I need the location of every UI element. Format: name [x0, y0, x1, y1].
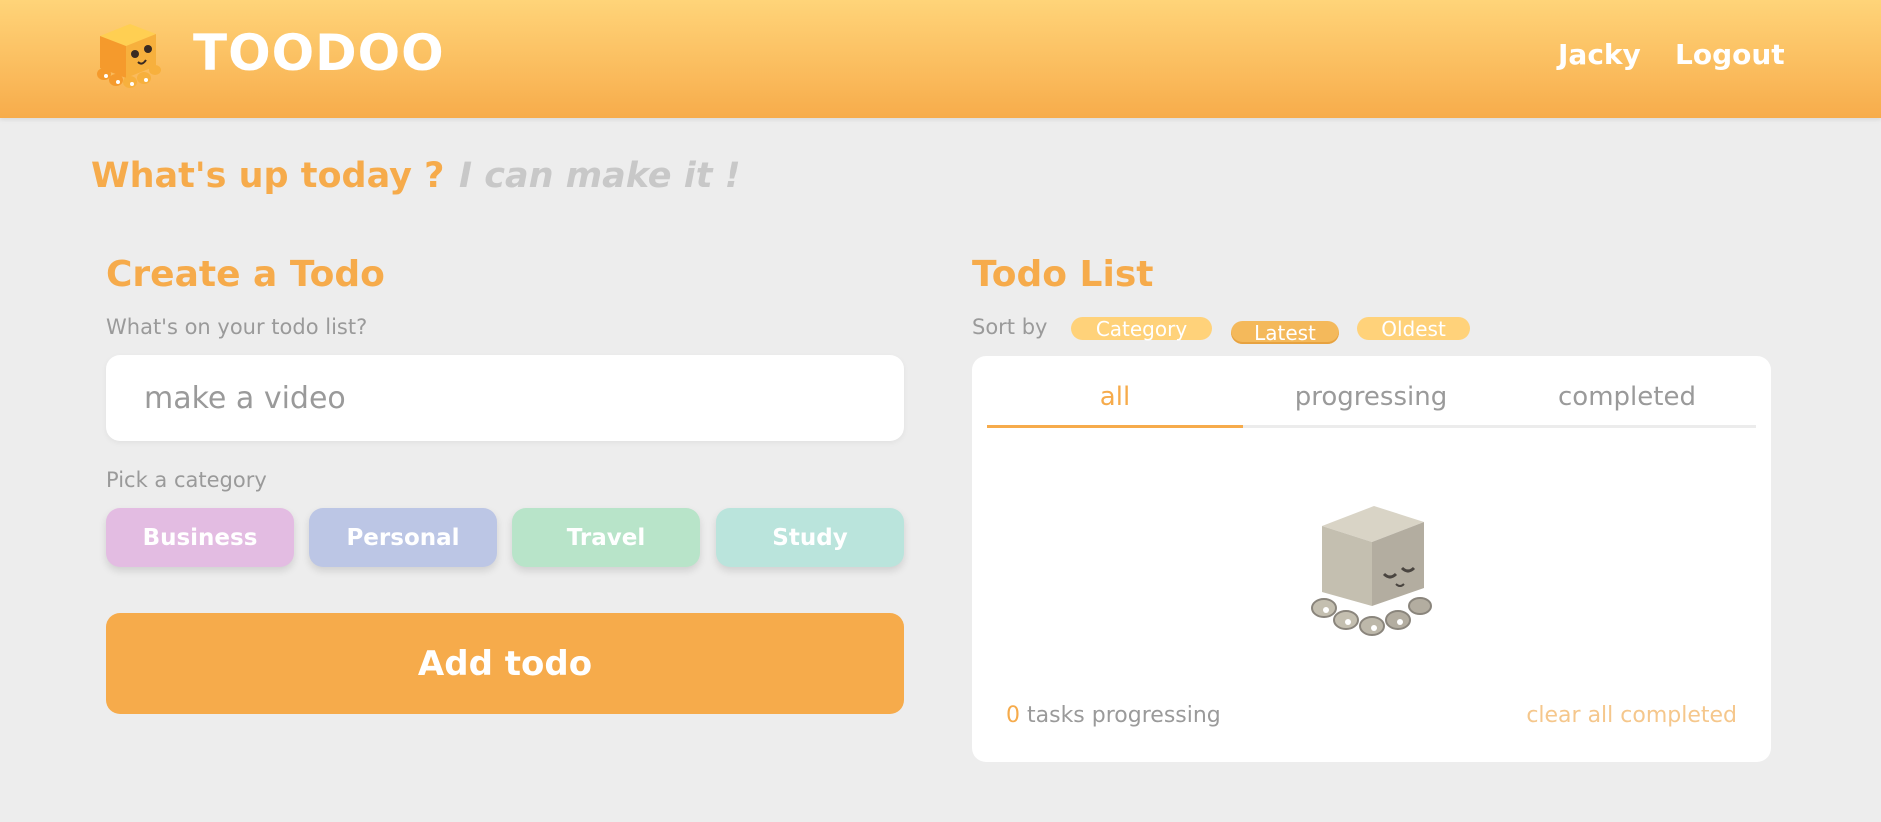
tab-progressing[interactable]: progressing [1243, 382, 1499, 428]
todo-list-title: Todo List [972, 254, 1154, 295]
sort-oldest-button[interactable]: Oldest [1357, 317, 1470, 341]
sort-latest-button[interactable]: Latest [1231, 321, 1339, 345]
logout-link[interactable]: Logout [1675, 38, 1785, 71]
todo-list-card: all progressing completed 0 tasks progre… [972, 356, 1771, 762]
category-travel-button[interactable]: Travel [512, 508, 700, 567]
username-link[interactable]: Jacky [1558, 38, 1641, 71]
add-todo-button[interactable]: Add todo [106, 613, 904, 714]
sort-label: Sort by [972, 315, 1048, 339]
clear-completed-link[interactable]: clear all completed [1526, 703, 1737, 728]
create-todo-title: Create a Todo [106, 254, 385, 295]
category-label: Pick a category [106, 468, 267, 492]
app-header: TOODOO Jacky Logout [0, 0, 1881, 118]
tab-all[interactable]: all [987, 382, 1243, 428]
todo-input[interactable] [106, 355, 904, 441]
octopus-cube-icon [97, 24, 161, 88]
active-tab-indicator [987, 425, 1243, 428]
greeting-title: What's up today ? [91, 156, 445, 196]
brand-title: TOODOO [193, 24, 445, 82]
filter-tabs: all progressing completed [987, 382, 1756, 428]
progress-count-text: tasks progressing [1027, 703, 1221, 728]
tab-completed[interactable]: completed [1499, 382, 1755, 428]
progress-count-number: 0 [1006, 703, 1020, 728]
todo-input-label: What's on your todo list? [106, 315, 368, 339]
sleeping-octopus-icon [1311, 506, 1432, 636]
category-personal-button[interactable]: Personal [309, 508, 497, 567]
category-study-button[interactable]: Study [716, 508, 904, 567]
category-business-button[interactable]: Business [106, 508, 294, 567]
greeting-subtitle: I can make it ! [459, 156, 741, 196]
sort-category-button[interactable]: Category [1071, 317, 1212, 341]
progress-counter: 0 tasks progressing [1006, 703, 1221, 728]
